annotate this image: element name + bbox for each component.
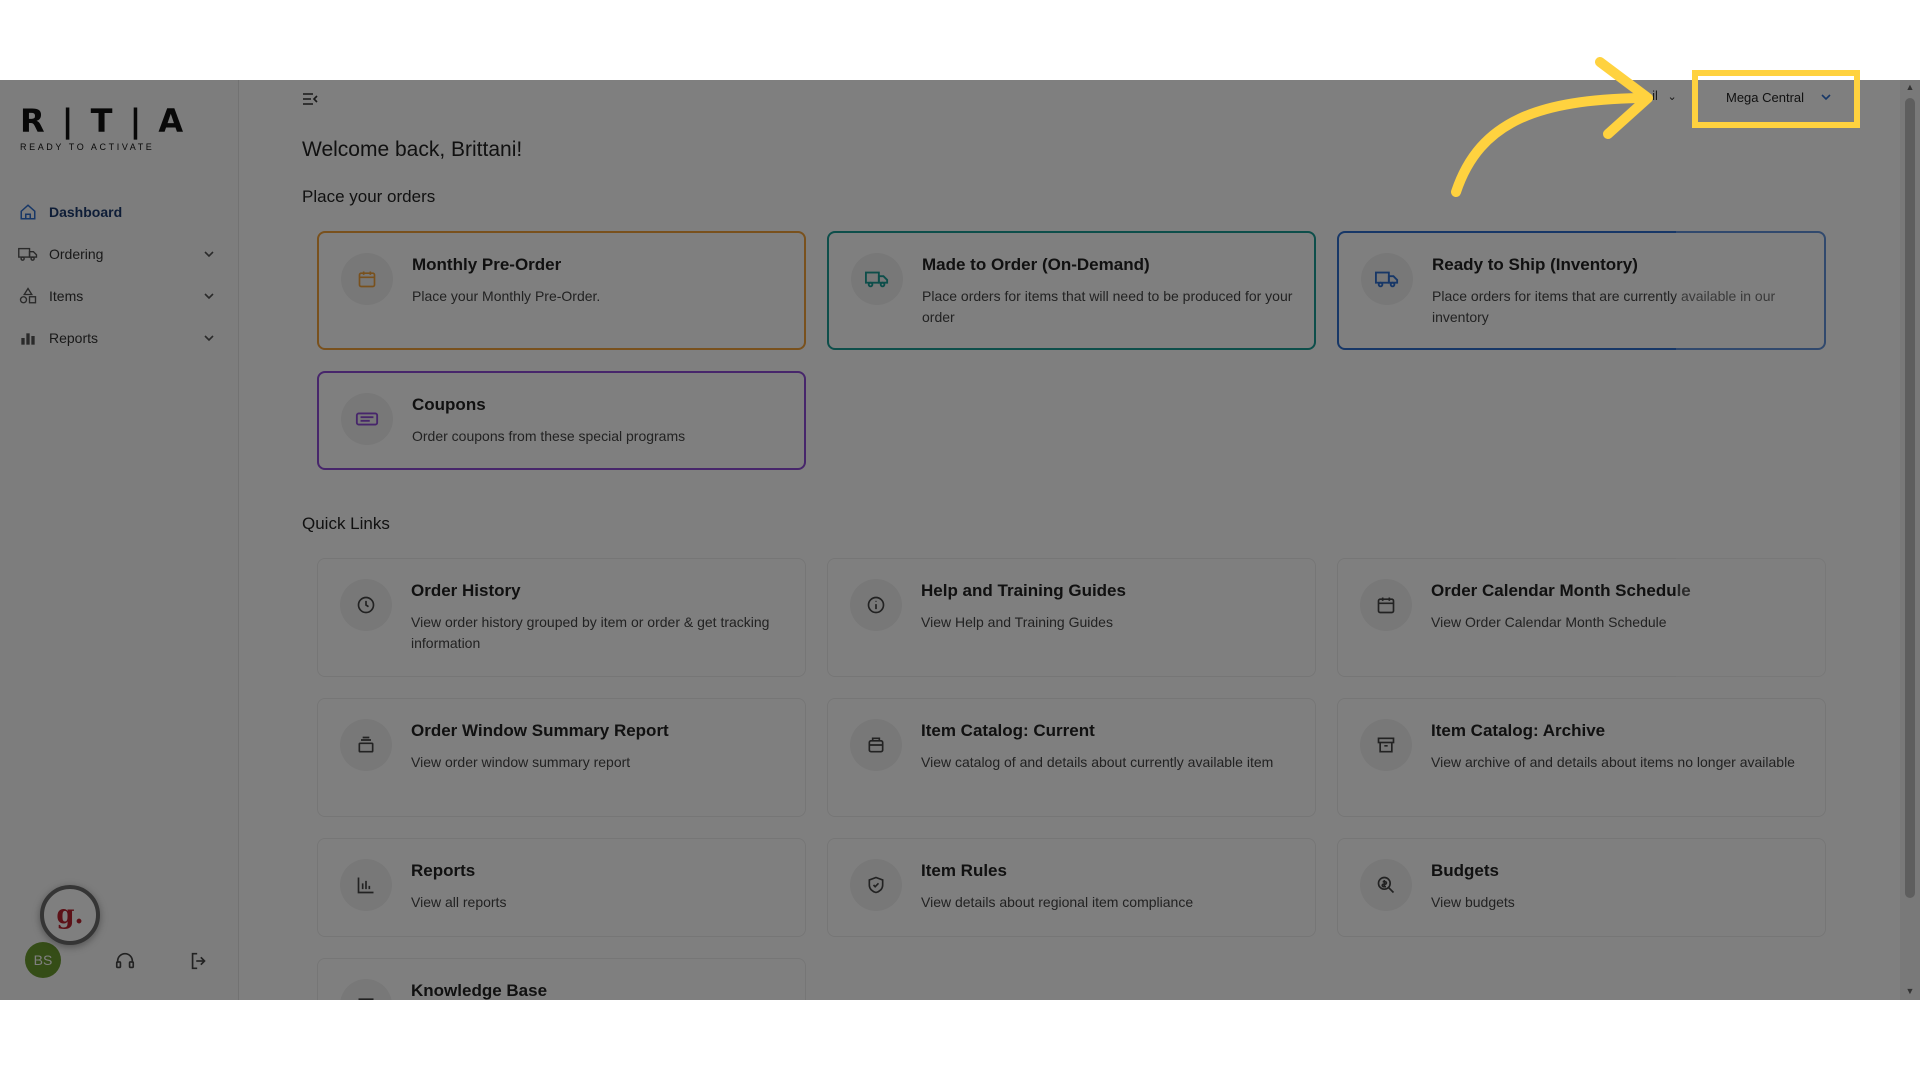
card-title: Made to Order (On-Demand) <box>922 255 1150 274</box>
calendar-icon <box>341 253 393 305</box>
scroll-down-icon[interactable]: ▼ <box>1905 986 1915 996</box>
info-icon <box>850 579 902 631</box>
card-title: Coupons <box>412 395 486 414</box>
quick-links-title: Quick Links <box>302 514 390 533</box>
logo-tagline: READY TO ACTIVATE <box>20 142 155 152</box>
order-card-coupons[interactable]: Coupons Order coupons from these special… <box>317 371 806 470</box>
stack-icon <box>340 719 392 771</box>
card-description: View budgets <box>1431 894 1515 910</box>
sidebar-item-label: Reports <box>49 330 99 346</box>
quick-link-reports[interactable]: Reports View all reports <box>317 838 806 937</box>
sidebar-item-ordering[interactable]: Ordering <box>0 234 239 274</box>
card-title: Item Catalog: Archive <box>1431 721 1606 740</box>
card-title: Budgets <box>1431 861 1499 880</box>
app-window: R | T | A READY TO ACTIVATE Dashboard Or… <box>0 80 1920 1000</box>
main-content: Welcome back, Brittani! Place your order… <box>240 80 1900 1000</box>
sidebar-item-label: Ordering <box>49 246 104 262</box>
quick-link-item-catalog-current[interactable]: Item Catalog: Current View catalog of an… <box>827 698 1316 817</box>
guide-badge-button[interactable]: g. <box>40 885 100 945</box>
card-title: Knowledge Base <box>411 981 548 1000</box>
card-title: Item Rules <box>921 861 1007 880</box>
card-description: View details about regional item complia… <box>921 894 1194 910</box>
card-title: Ready to Ship (Inventory) <box>1432 255 1638 274</box>
card-title: Item Catalog: Current <box>921 721 1095 740</box>
sidebar-item-label: Items <box>49 288 84 304</box>
chevron-down-icon: ⌄ <box>1667 91 1677 103</box>
sidebar-item-reports[interactable]: Reports <box>0 318 239 358</box>
order-card-monthly-pre-order[interactable]: Monthly Pre-Order Place your Monthly Pre… <box>317 231 806 350</box>
card-title: Help and Training Guides <box>921 581 1126 600</box>
calendar-icon <box>1360 579 1412 631</box>
chevron-down-icon <box>204 335 214 342</box>
card-description: View archive of and details about items … <box>1431 754 1795 770</box>
card-description: View order history grouped by item or or… <box>411 614 770 651</box>
card-title: Order Calendar Month Schedule <box>1431 581 1691 600</box>
store-selector[interactable]: Mega Central <box>1712 82 1842 112</box>
quick-link-item-rules[interactable]: Item Rules View details about regional i… <box>827 838 1316 937</box>
avatar[interactable]: BS <box>25 942 61 978</box>
truck-icon <box>18 244 38 264</box>
store-dropdown-menu <box>1676 118 1866 698</box>
home-icon <box>18 202 38 222</box>
archive-icon <box>1360 719 1412 771</box>
channel-selector[interactable]: etail ⌄ <box>1634 88 1677 103</box>
chevron-down-icon <box>1821 94 1831 101</box>
clock-icon <box>340 579 392 631</box>
card-description: Place your Monthly Pre-Order. <box>412 288 601 304</box>
headset-icon[interactable] <box>114 950 136 972</box>
scroll-up-icon[interactable]: ▲ <box>1905 82 1915 92</box>
sidebar: R | T | A READY TO ACTIVATE Dashboard Or… <box>0 80 239 1000</box>
truck-icon <box>1361 253 1413 305</box>
quick-link-item-catalog-archive[interactable]: Item Catalog: Archive View archive of an… <box>1337 698 1826 817</box>
collapse-sidebar-icon[interactable] <box>301 90 319 108</box>
rta-logo[interactable]: R | T | A READY TO ACTIVATE <box>20 102 187 152</box>
card-title: Order History <box>411 581 521 600</box>
quick-link-help-guides[interactable]: Help and Training Guides View Help and T… <box>827 558 1316 677</box>
chevron-down-icon <box>204 251 214 258</box>
card-description: View Help and Training Guides <box>921 614 1113 630</box>
card-description: View all reports <box>411 894 507 910</box>
scrollbar-thumb[interactable] <box>1905 98 1915 898</box>
card-description: View catalog of and details about curren… <box>921 754 1274 770</box>
card-title: Order Window Summary Report <box>411 721 669 740</box>
sidebar-item-items[interactable]: Items <box>0 276 239 316</box>
card-description: View order window summary report <box>411 754 631 770</box>
package-icon <box>850 719 902 771</box>
channel-selector-label: etail <box>1634 88 1658 103</box>
card-description: Place orders for items that will need to… <box>922 288 1293 325</box>
orders-section-title: Place your orders <box>302 187 436 206</box>
sidebar-footer: BS g. <box>0 885 239 980</box>
truck-icon <box>851 253 903 305</box>
quick-link-budgets[interactable]: Budgets View budgets <box>1337 838 1826 937</box>
logo-mark: R | T | A <box>20 102 187 140</box>
quick-link-order-window-summary[interactable]: Order Window Summary Report View order w… <box>317 698 806 817</box>
welcome-heading: Welcome back, Brittani! <box>302 138 523 161</box>
card-title: Reports <box>411 861 476 880</box>
shield-check-icon <box>850 859 902 911</box>
bar-chart-icon <box>18 328 38 348</box>
card-description: Order coupons from these special program… <box>412 428 686 444</box>
book-icon <box>340 979 392 1000</box>
logout-icon[interactable] <box>188 950 210 972</box>
chevron-down-icon <box>204 293 214 300</box>
search-money-icon <box>1360 859 1412 911</box>
shapes-icon <box>18 286 38 306</box>
ticket-icon <box>341 393 393 445</box>
quick-link-order-history[interactable]: Order History View order history grouped… <box>317 558 806 677</box>
order-card-made-to-order[interactable]: Made to Order (On-Demand) Place orders f… <box>827 231 1316 350</box>
card-title: Monthly Pre-Order <box>412 255 562 274</box>
store-selector-label: Mega Central <box>1726 89 1805 105</box>
sidebar-item-label: Dashboard <box>49 204 123 220</box>
chart-icon <box>340 859 392 911</box>
quick-link-knowledge-base[interactable]: Knowledge Base <box>317 958 806 1000</box>
vertical-scrollbar[interactable]: ▲ ▼ <box>1900 80 1920 1000</box>
sidebar-item-dashboard[interactable]: Dashboard <box>0 192 239 232</box>
